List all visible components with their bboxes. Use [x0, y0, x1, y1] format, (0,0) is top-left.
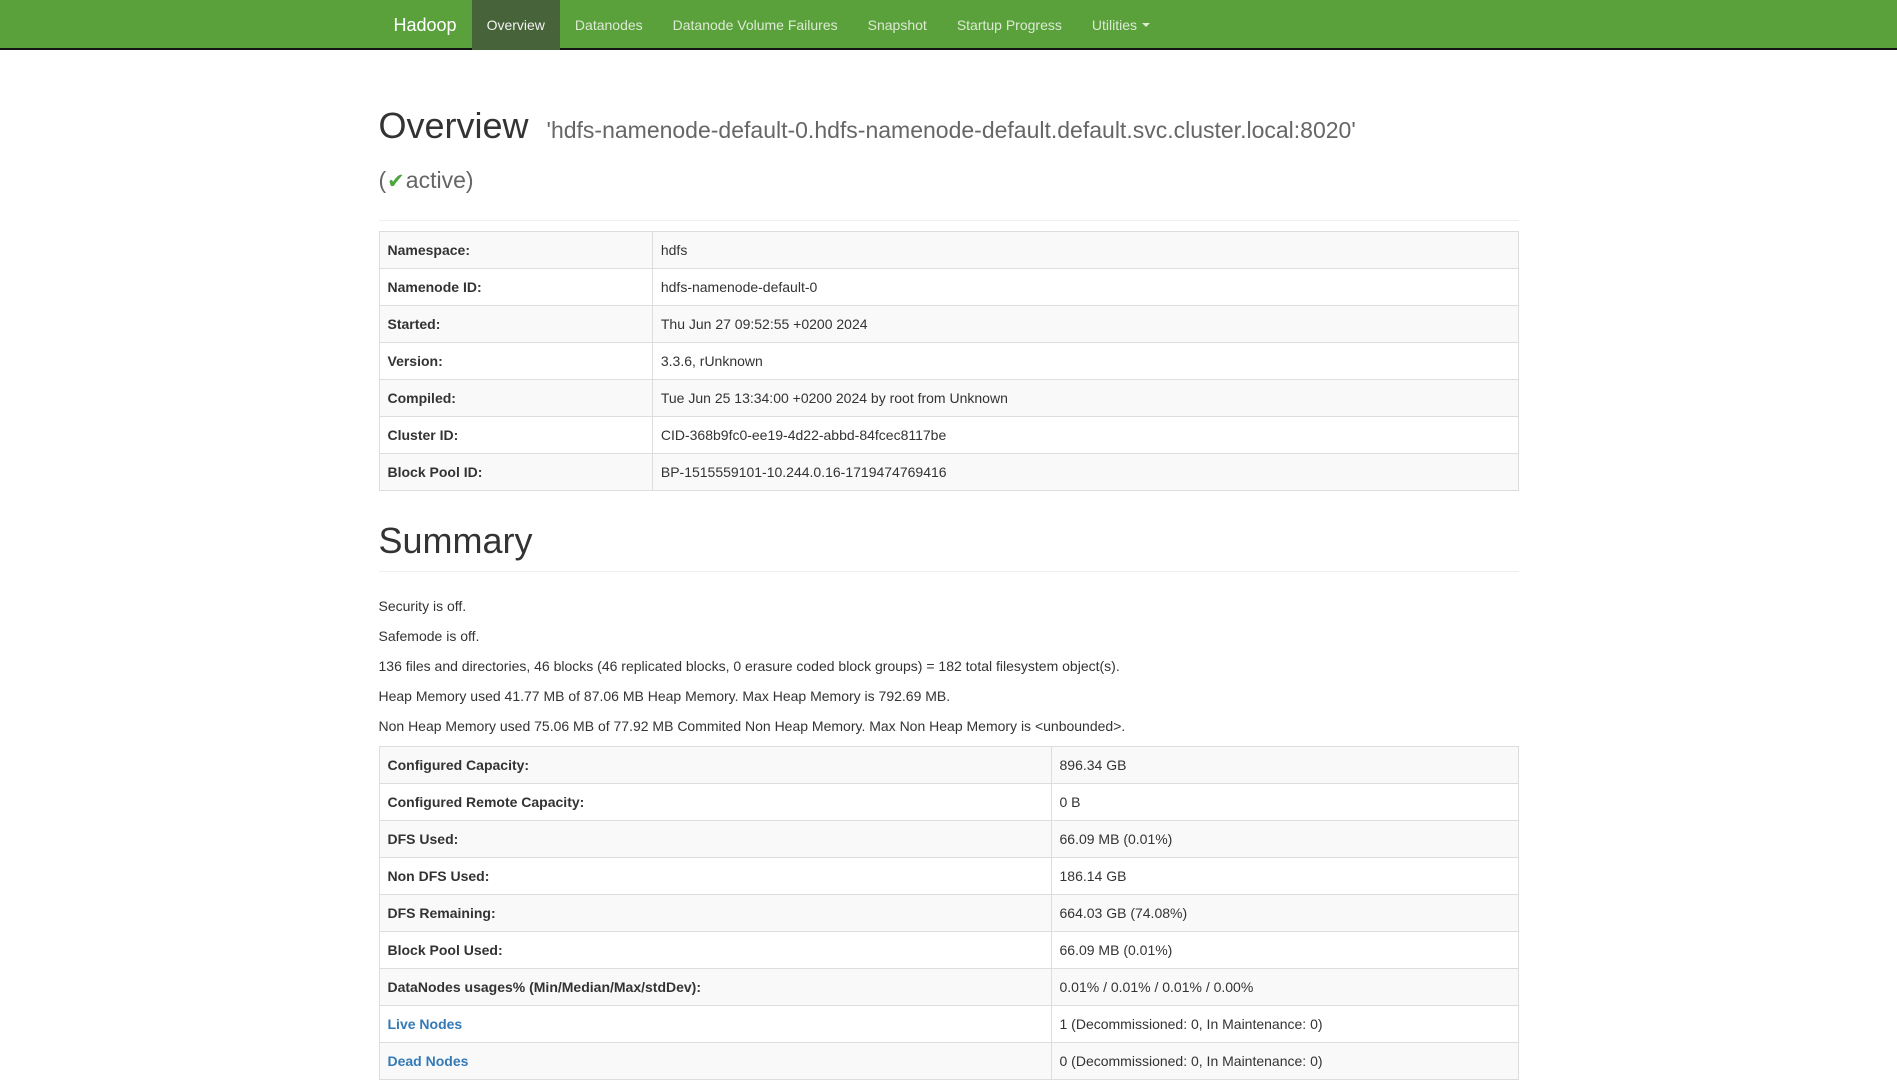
- row-non-dfs-used-label: Non DFS Used:: [379, 858, 1051, 895]
- row-datanode-usages-label: DataNodes usages% (Min/Median/Max/stdDev…: [379, 969, 1051, 1006]
- row-block-pool-id-value: BP-1515559101-10.244.0.16-1719474769416: [652, 454, 1518, 491]
- row-live-nodes-cell: Live Nodes: [379, 1006, 1051, 1043]
- row-configured-capacity-value: 896.34 GB: [1051, 747, 1518, 784]
- nav-tab-datanode-volume-failures[interactable]: Datanode Volume Failures: [658, 0, 853, 50]
- row-compiled-label: Compiled:: [379, 380, 652, 417]
- namenode-state: (✔active): [379, 164, 1519, 198]
- page-title-text: Overview: [379, 105, 529, 146]
- security-status-line: Security is off.: [379, 596, 1519, 616]
- row-namespace-label: Namespace:: [379, 232, 652, 269]
- row-dead-nodes-cell: Dead Nodes: [379, 1043, 1051, 1080]
- row-block-pool-id: Block Pool ID: BP-1515559101-10.244.0.16…: [379, 454, 1518, 491]
- heap-memory-line: Heap Memory used 41.77 MB of 87.06 MB He…: [379, 686, 1519, 706]
- summary-title-text: Summary: [379, 520, 533, 561]
- caret-down-icon: [1142, 23, 1150, 27]
- nav-dropdown-utilities-label: Utilities: [1092, 15, 1137, 35]
- summary-text-block: Security is off. Safemode is off. 136 fi…: [379, 596, 1519, 736]
- row-cluster-id: Cluster ID: CID-368b9fc0-ee19-4d22-abbd-…: [379, 417, 1518, 454]
- dead-nodes-link[interactable]: Dead Nodes: [388, 1053, 469, 1069]
- row-datanode-usages: DataNodes usages% (Min/Median/Max/stdDev…: [379, 969, 1518, 1006]
- row-configured-remote-capacity-value: 0 B: [1051, 784, 1518, 821]
- row-namenode-id: Namenode ID: hdfs-namenode-default-0: [379, 269, 1518, 306]
- row-datanode-usages-value: 0.01% / 0.01% / 0.01% / 0.00%: [1051, 969, 1518, 1006]
- row-dead-nodes-value: 0 (Decommissioned: 0, In Maintenance: 0): [1051, 1043, 1518, 1080]
- row-configured-remote-capacity: Configured Remote Capacity: 0 B: [379, 784, 1518, 821]
- row-started-value: Thu Jun 27 09:52:55 +0200 2024: [652, 306, 1518, 343]
- row-cluster-id-label: Cluster ID:: [379, 417, 652, 454]
- row-live-nodes-value: 1 (Decommissioned: 0, In Maintenance: 0): [1051, 1006, 1518, 1043]
- row-compiled-value: Tue Jun 25 13:34:00 +0200 2024 by root f…: [652, 380, 1518, 417]
- row-namespace: Namespace: hdfs: [379, 232, 1518, 269]
- filesystem-objects-line: 136 files and directories, 46 blocks (46…: [379, 656, 1519, 676]
- overview-page-header: Overview 'hdfs-namenode-default-0.hdfs-n…: [379, 106, 1519, 221]
- row-started-label: Started:: [379, 306, 652, 343]
- row-compiled: Compiled: Tue Jun 25 13:34:00 +0200 2024…: [379, 380, 1518, 417]
- row-block-pool-used-value: 66.09 MB (0.01%): [1051, 932, 1518, 969]
- row-non-dfs-used: Non DFS Used: 186.14 GB: [379, 858, 1518, 895]
- row-dfs-used: DFS Used: 66.09 MB (0.01%): [379, 821, 1518, 858]
- summary-table: Configured Capacity: 896.34 GB Configure…: [379, 746, 1519, 1080]
- row-configured-capacity: Configured Capacity: 896.34 GB: [379, 747, 1518, 784]
- row-block-pool-used: Block Pool Used: 66.09 MB (0.01%): [379, 932, 1518, 969]
- nav-tab-overview[interactable]: Overview: [472, 0, 560, 50]
- row-version-label: Version:: [379, 343, 652, 380]
- row-dfs-remaining-label: DFS Remaining:: [379, 895, 1051, 932]
- state-paren-close: ): [466, 167, 474, 193]
- row-dead-nodes: Dead Nodes 0 (Decommissioned: 0, In Main…: [379, 1043, 1518, 1080]
- hadoop-brand: Hadoop: [379, 0, 472, 50]
- nav-tab-datanode-volume-failures-label: Datanode Volume Failures: [673, 15, 838, 35]
- row-namenode-id-label: Namenode ID:: [379, 269, 652, 306]
- top-navbar: Hadoop Overview Datanodes Datanode Volum…: [0, 0, 1897, 50]
- row-dfs-remaining-value: 664.03 GB (74.08%): [1051, 895, 1518, 932]
- summary-title: Summary: [379, 521, 1519, 561]
- nav-tab-datanodes-label: Datanodes: [575, 15, 643, 35]
- live-nodes-link[interactable]: Live Nodes: [388, 1016, 463, 1032]
- nav-tab-startup-progress-label: Startup Progress: [957, 15, 1062, 35]
- row-configured-capacity-label: Configured Capacity:: [379, 747, 1051, 784]
- row-started: Started: Thu Jun 27 09:52:55 +0200 2024: [379, 306, 1518, 343]
- page-content: Overview 'hdfs-namenode-default-0.hdfs-n…: [364, 106, 1534, 1080]
- nav-tab-overview-label: Overview: [487, 15, 545, 35]
- row-dfs-used-value: 66.09 MB (0.01%): [1051, 821, 1518, 858]
- navbar-menu: Overview Datanodes Datanode Volume Failu…: [472, 0, 1165, 50]
- row-configured-remote-capacity-label: Configured Remote Capacity:: [379, 784, 1051, 821]
- page-title: Overview 'hdfs-namenode-default-0.hdfs-n…: [379, 106, 1519, 150]
- row-live-nodes: Live Nodes 1 (Decommissioned: 0, In Main…: [379, 1006, 1518, 1043]
- row-cluster-id-value: CID-368b9fc0-ee19-4d22-abbd-84fcec8117be: [652, 417, 1518, 454]
- state-label: active: [406, 167, 466, 193]
- summary-page-header: Summary: [379, 521, 1519, 572]
- safemode-status-line: Safemode is off.: [379, 626, 1519, 646]
- nav-tab-startup-progress[interactable]: Startup Progress: [942, 0, 1077, 50]
- row-dfs-remaining: DFS Remaining: 664.03 GB (74.08%): [379, 895, 1518, 932]
- row-block-pool-id-label: Block Pool ID:: [379, 454, 652, 491]
- nav-tab-snapshot[interactable]: Snapshot: [853, 0, 942, 50]
- row-block-pool-used-label: Block Pool Used:: [379, 932, 1051, 969]
- namenode-address: 'hdfs-namenode-default-0.hdfs-namenode-d…: [547, 117, 1356, 143]
- row-namenode-id-value: hdfs-namenode-default-0: [652, 269, 1518, 306]
- row-version: Version: 3.3.6, rUnknown: [379, 343, 1518, 380]
- check-icon: ✔: [386, 170, 406, 193]
- nav-tab-snapshot-label: Snapshot: [868, 15, 927, 35]
- row-namespace-value: hdfs: [652, 232, 1518, 269]
- cluster-info-table: Namespace: hdfs Namenode ID: hdfs-nameno…: [379, 231, 1519, 491]
- non-heap-memory-line: Non Heap Memory used 75.06 MB of 77.92 M…: [379, 716, 1519, 736]
- nav-tab-datanodes[interactable]: Datanodes: [560, 0, 658, 50]
- row-version-value: 3.3.6, rUnknown: [652, 343, 1518, 380]
- row-dfs-used-label: DFS Used:: [379, 821, 1051, 858]
- row-non-dfs-used-value: 186.14 GB: [1051, 858, 1518, 895]
- nav-dropdown-utilities[interactable]: Utilities: [1077, 0, 1165, 50]
